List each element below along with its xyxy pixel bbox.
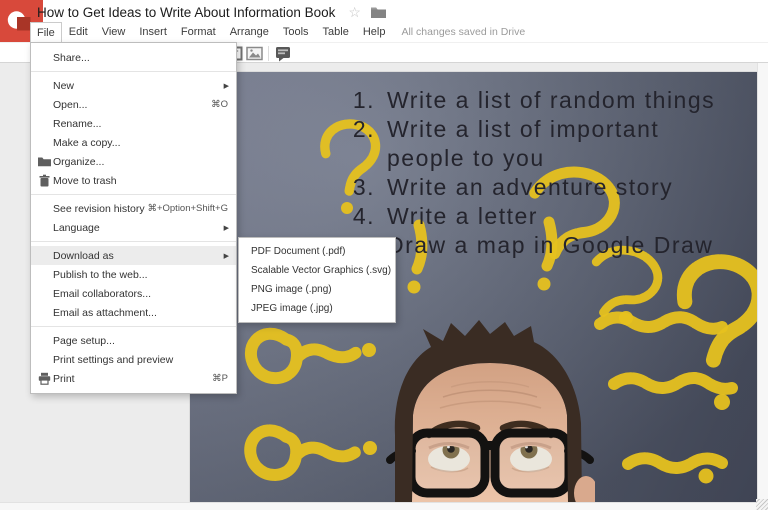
- menu-item-print[interactable]: Print⌘P: [31, 369, 236, 388]
- menu-item-see-revision-history[interactable]: See revision history⌘+Option+Shift+G: [31, 199, 236, 218]
- shortcut: ⌘P: [212, 373, 228, 384]
- menu-insert[interactable]: Insert: [132, 22, 174, 42]
- toolbar-separator: [268, 46, 269, 61]
- menu-help[interactable]: Help: [356, 22, 393, 42]
- menu-item-page-setup[interactable]: Page setup...: [31, 331, 236, 350]
- menu-separator: [31, 241, 236, 242]
- list-item: people to you: [345, 144, 715, 173]
- menubar: File Edit View Insert Format Arrange Too…: [30, 22, 525, 42]
- menu-item-make-a-copy[interactable]: Make a copy...: [31, 133, 236, 152]
- menu-arrange[interactable]: Arrange: [223, 22, 276, 42]
- folder-icon: [38, 155, 51, 168]
- menu-edit[interactable]: Edit: [62, 22, 95, 42]
- image-icon[interactable]: [246, 46, 263, 61]
- google-drawings-window: How to Get Ideas to Write About Informat…: [0, 0, 768, 510]
- ideas-list: 1.Write a list of random things 2.Write …: [345, 86, 715, 260]
- menu-item-email-as-attachment[interactable]: Email as attachment...: [31, 303, 236, 322]
- menu-format[interactable]: Format: [174, 22, 223, 42]
- list-item: 1.Write a list of random things: [345, 86, 715, 115]
- man-with-glasses: [385, 317, 595, 502]
- menu-tools[interactable]: Tools: [276, 22, 316, 42]
- shortcut: ⌘O: [211, 99, 228, 110]
- folder-icon[interactable]: [371, 6, 386, 18]
- shortcut: ⌘+Option+Shift+G: [147, 203, 228, 214]
- menu-item-new[interactable]: New▶: [31, 76, 236, 95]
- menu-separator: [31, 326, 236, 327]
- horizontal-scrollbar[interactable]: [0, 502, 757, 510]
- save-status: All changes saved in Drive: [401, 26, 525, 38]
- menu-item-open[interactable]: Open...⌘O: [31, 95, 236, 114]
- resize-grip[interactable]: [756, 499, 768, 510]
- submenu-item-png[interactable]: PNG image (.png): [239, 280, 395, 299]
- submenu-item-svg[interactable]: Scalable Vector Graphics (.svg): [239, 261, 395, 280]
- submenu-arrow-icon: ▶: [224, 252, 229, 260]
- menu-item-publish-to-the-web[interactable]: Publish to the web...: [31, 265, 236, 284]
- submenu-item-jpeg[interactable]: JPEG image (.jpg): [239, 299, 395, 318]
- list-item: Draw a map in Google Draw: [345, 231, 715, 260]
- submenu-arrow-icon: ▶: [224, 224, 229, 232]
- submenu-arrow-icon: ▶: [224, 82, 229, 90]
- menu-item-move-to-trash[interactable]: Move to trash: [31, 171, 236, 190]
- menu-separator: [31, 194, 236, 195]
- list-item: 3.Write an adventure story: [345, 173, 715, 202]
- vertical-scrollbar[interactable]: [757, 63, 768, 502]
- menu-view[interactable]: View: [95, 22, 133, 42]
- list-item: 4.Write a letter: [345, 202, 715, 231]
- printer-icon: [38, 372, 51, 385]
- menu-item-rename[interactable]: Rename...: [31, 114, 236, 133]
- file-menu: Share... New▶ Open...⌘O Rename... Make a…: [30, 42, 237, 394]
- comment-icon[interactable]: [275, 46, 291, 62]
- menu-item-download-as[interactable]: Download as▶: [31, 246, 236, 265]
- document-title[interactable]: How to Get Ideas to Write About Informat…: [37, 5, 335, 20]
- list-item: 2.Write a list of important: [345, 115, 715, 144]
- menu-item-organize[interactable]: Organize...: [31, 152, 236, 171]
- trash-icon: [38, 174, 51, 187]
- menu-table[interactable]: Table: [316, 22, 356, 42]
- menu-item-language[interactable]: Language▶: [31, 218, 236, 237]
- menu-item-email-collaborators[interactable]: Email collaborators...: [31, 284, 236, 303]
- menu-item-print-settings-and-preview[interactable]: Print settings and preview: [31, 350, 236, 369]
- download-as-submenu: PDF Document (.pdf) Scalable Vector Grap…: [238, 237, 396, 323]
- star-icon[interactable]: ☆: [348, 5, 361, 19]
- title-row: How to Get Ideas to Write About Informat…: [37, 3, 386, 21]
- menu-item-share[interactable]: Share...: [31, 48, 236, 67]
- submenu-item-pdf[interactable]: PDF Document (.pdf): [239, 242, 395, 261]
- menu-separator: [31, 71, 236, 72]
